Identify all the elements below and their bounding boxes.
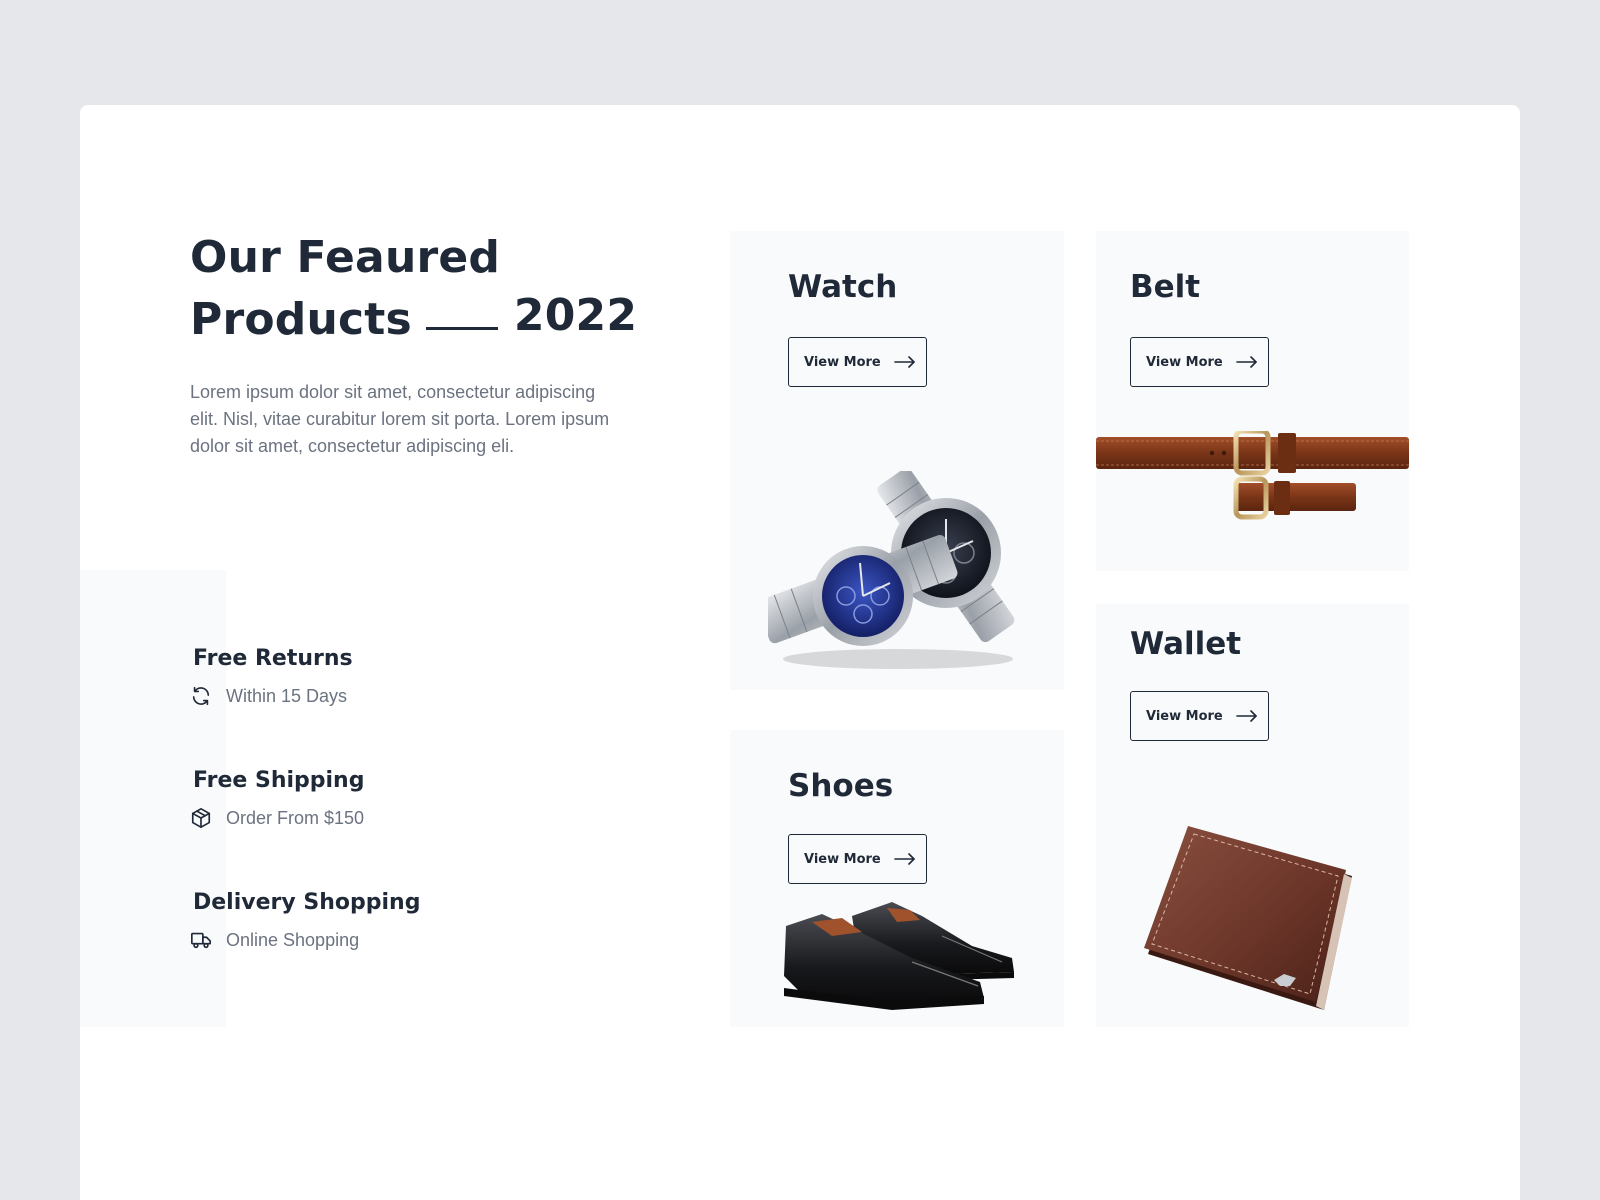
product-title: Watch (788, 269, 898, 305)
title-line-1: Our Feaured (190, 232, 501, 283)
product-card-wallet[interactable]: Wallet View More (1096, 604, 1409, 1027)
arrow-right-icon (893, 853, 915, 865)
feature-title: Delivery Shopping (193, 890, 421, 915)
belt-image (1096, 431, 1409, 520)
box-icon (191, 808, 211, 828)
refresh-icon (192, 686, 210, 706)
truck-icon (191, 932, 211, 949)
shoes-image (784, 902, 1014, 1010)
product-card-watch[interactable]: Watch View More (730, 231, 1064, 690)
product-card-belt[interactable]: Belt View More (1096, 231, 1409, 571)
product-title: Belt (1130, 269, 1201, 305)
hero-description: Lorem ipsum dolor sit amet, consectetur … (190, 382, 610, 456)
view-more-belt-button[interactable]: View More (1130, 337, 1269, 387)
arrow-right-icon (1235, 710, 1257, 722)
featured-products-card: Our Feaured Products 2022 Lorem ipsum dol… (80, 105, 1520, 1200)
wallet-image (1144, 826, 1352, 1010)
feature-subtitle: Online Shopping (226, 929, 360, 950)
feature-title: Free Shipping (193, 768, 365, 793)
title-year: 2022 (513, 290, 638, 341)
product-title: Wallet (1130, 626, 1242, 662)
arrow-right-icon (893, 356, 915, 368)
view-more-wallet-button[interactable]: View More (1130, 691, 1269, 741)
view-more-shoes-button[interactable]: View More (788, 834, 927, 884)
product-title: Shoes (788, 768, 894, 804)
view-more-watch-button[interactable]: View More (788, 337, 927, 387)
feature-title: Free Returns (193, 646, 353, 671)
feature-free-returns: Free Returns Within 15 Days (190, 646, 590, 707)
page-title: Our Feaured Products 2022 (190, 227, 637, 351)
watch-image (768, 471, 1015, 669)
title-dash (425, 326, 498, 330)
product-card-shoes[interactable]: Shoes View More (730, 730, 1064, 1027)
feature-subtitle: Order From $150 (226, 807, 365, 828)
feature-delivery-shopping: Delivery Shopping Online Shopping (190, 890, 590, 951)
title-line-2: Products (190, 294, 412, 345)
arrow-right-icon (1235, 356, 1257, 368)
feature-subtitle: Within 15 Days (226, 685, 348, 706)
feature-free-shipping: Free Shipping Order From $150 (190, 768, 590, 829)
